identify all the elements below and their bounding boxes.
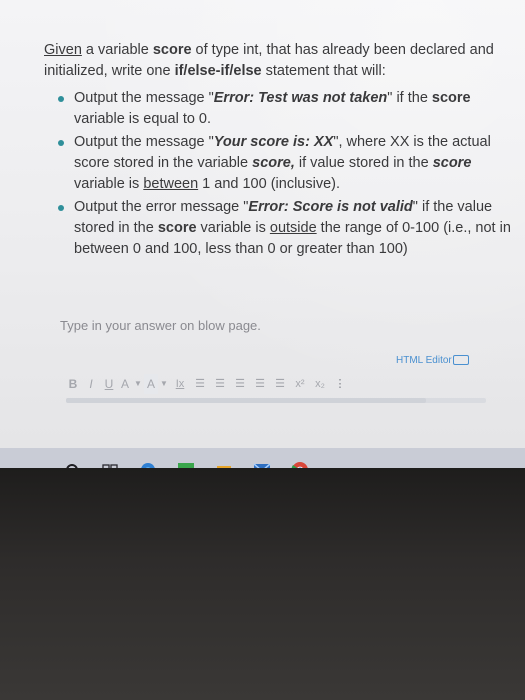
indent-icon[interactable]: ☰ xyxy=(270,374,290,394)
answer-hint: Type in your answer on blow page. xyxy=(60,318,261,333)
toolbar-scrollbar[interactable] xyxy=(66,398,486,403)
chevron-down-icon[interactable]: ▼ xyxy=(132,374,144,394)
superscript-button[interactable]: x² xyxy=(290,374,310,394)
bullet-icon xyxy=(58,96,64,102)
list-item: Output the message "Error: Test was not … xyxy=(44,88,514,130)
list-item: Output the message "Your score is: XX", … xyxy=(44,132,514,195)
bold-button[interactable]: B xyxy=(64,374,82,394)
editor-toolbar: B I U A ▼ A ▼ Ix ☰ ☰ ☰ ☰ ☰ x² x₂ ⋮ xyxy=(64,373,498,395)
align-left-icon[interactable]: ☰ xyxy=(190,374,210,394)
requirements-list: Output the message "Error: Test was not … xyxy=(44,88,514,260)
highlight-color-button[interactable]: A xyxy=(144,374,158,394)
align-center-icon[interactable]: ☰ xyxy=(210,374,230,394)
bullet-icon xyxy=(58,140,64,146)
screen: Given a variable score of type int, that… xyxy=(0,0,525,468)
laptop-bezel xyxy=(0,468,525,700)
justify-icon[interactable]: ☰ xyxy=(250,374,270,394)
font-color-button[interactable]: A xyxy=(118,374,132,394)
bullet-icon xyxy=(58,205,64,211)
html-editor-link[interactable]: HTML Editor xyxy=(396,355,469,366)
question-text: Given a variable score of type int, that… xyxy=(44,40,514,262)
underline-button[interactable]: U xyxy=(100,374,118,394)
chevron-down-icon[interactable]: ▼ xyxy=(158,374,170,394)
list-item: Output the error message "Error: Score i… xyxy=(44,197,514,260)
more-options-icon[interactable]: ⋮ xyxy=(330,374,350,394)
clear-format-button[interactable]: Ix xyxy=(170,374,190,394)
italic-button[interactable]: I xyxy=(82,374,100,394)
keyboard-icon xyxy=(452,355,469,366)
question-intro: Given a variable score of type int, that… xyxy=(44,42,494,79)
subscript-button[interactable]: x₂ xyxy=(310,374,330,394)
scrollbar-thumb[interactable] xyxy=(66,398,426,403)
align-right-icon[interactable]: ☰ xyxy=(230,374,250,394)
